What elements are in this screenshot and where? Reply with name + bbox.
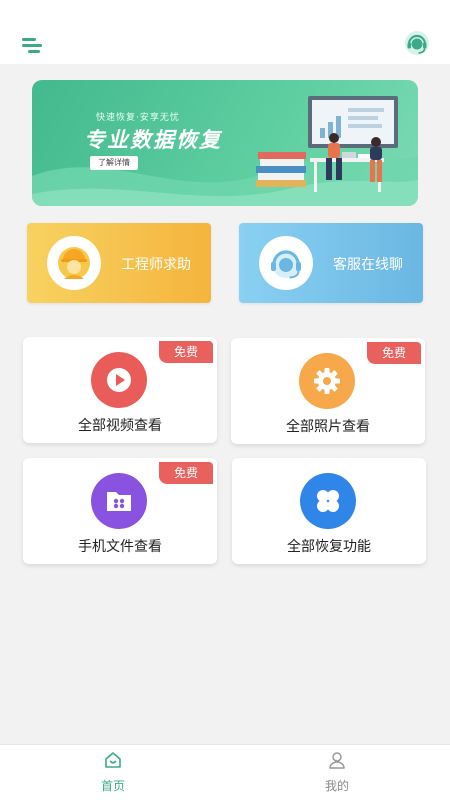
engineer-help-label: 工程师求助: [121, 257, 191, 273]
promo-banner[interactable]: 快速恢复·安享无忧 专业数据恢复 了解详情: [32, 80, 418, 206]
file-view-title: 手机文件查看: [78, 539, 162, 555]
home-icon: [105, 752, 121, 768]
free-badge: 免费: [159, 341, 213, 363]
video-view-card[interactable]: 免费 全部视频查看: [23, 337, 217, 443]
banner-subtitle: 快速恢复·安享无忧: [96, 113, 180, 123]
customer-service-label: 客服在线聊: [333, 257, 403, 273]
tab-mine[interactable]: 我的: [277, 745, 397, 800]
top-bar: [0, 0, 450, 64]
gear-icon: [299, 353, 355, 409]
tab-home-label: 首页: [100, 779, 125, 793]
photo-view-title: 全部照片查看: [286, 419, 370, 435]
banner-title: 专业数据恢复: [84, 128, 222, 152]
tab-home[interactable]: 首页: [53, 745, 173, 800]
full-recovery-title: 全部恢复功能: [287, 539, 371, 555]
engineer-help-card[interactable]: 工程师求助: [27, 223, 211, 303]
customer-service-card[interactable]: 客服在线聊: [239, 223, 423, 303]
menu-icon[interactable]: [20, 36, 44, 56]
user-icon: [329, 752, 345, 769]
customer-service-icon: [259, 236, 313, 290]
clover-icon: [300, 473, 356, 529]
office-illustration: [256, 96, 398, 192]
engineer-icon: [47, 236, 101, 290]
learn-more-button[interactable]: 了解详情: [90, 156, 138, 170]
free-badge: 免费: [159, 462, 213, 484]
full-recovery-card[interactable]: 全部恢复功能: [232, 458, 426, 564]
video-view-title: 全部视频查看: [78, 418, 162, 434]
file-view-card[interactable]: 免费 手机文件查看: [23, 458, 217, 564]
play-icon: [91, 352, 147, 408]
customer-service-icon[interactable]: [404, 30, 430, 56]
bottom-tab-bar: 首页 我的: [0, 744, 450, 800]
free-badge: 免费: [367, 342, 421, 364]
folder-icon: [91, 473, 147, 529]
tab-mine-label: 我的: [324, 779, 349, 793]
photo-view-card[interactable]: 免费 全部照片查看: [231, 338, 425, 444]
